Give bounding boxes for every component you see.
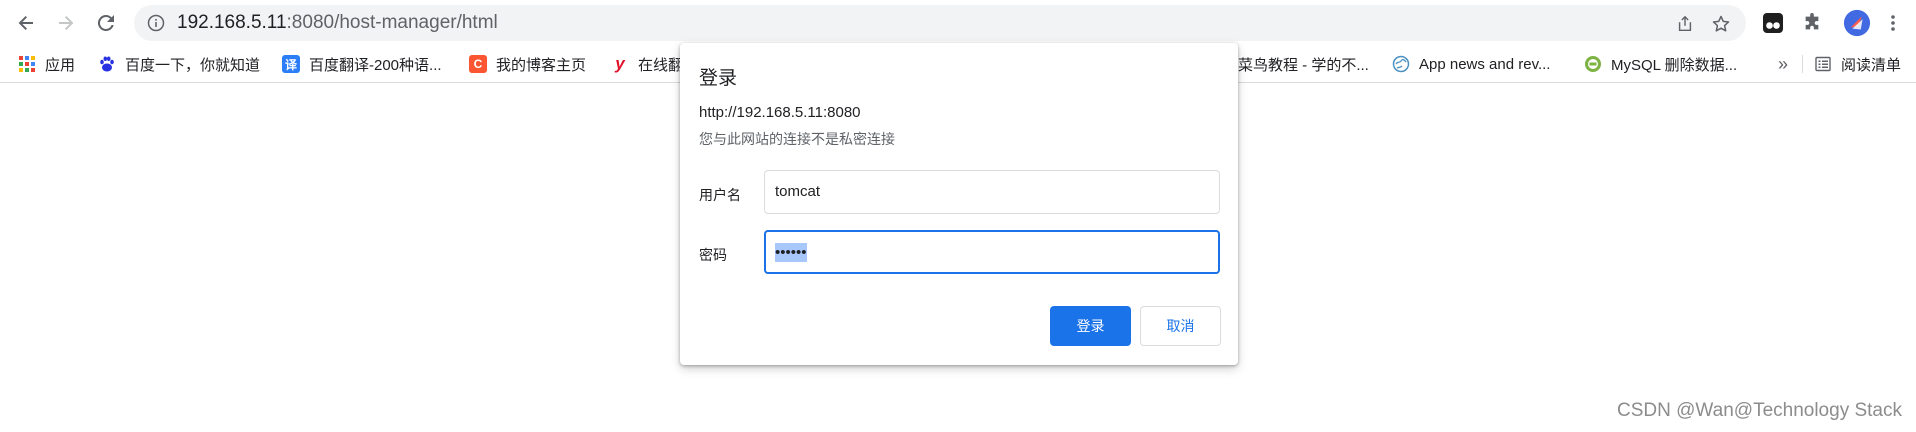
login-button[interactable]: 登录	[1050, 306, 1131, 346]
apps-grid-icon	[19, 56, 35, 72]
youdao-icon: y	[615, 54, 625, 73]
bookmark-mysql-delete[interactable]: MySQL 删除数据...	[1584, 46, 1737, 82]
puzzle-icon	[1805, 13, 1819, 30]
password-label: 密码	[699, 247, 727, 263]
dialog-origin: http://192.168.5.11:8080	[699, 104, 861, 121]
dialog-title: 登录	[699, 68, 738, 89]
profile-avatar[interactable]	[1842, 8, 1872, 38]
bookmark-apps[interactable]: 应用	[18, 46, 75, 82]
bookmark-label: 阅读清单	[1841, 56, 1902, 74]
url-host: 192.168.5.11	[177, 12, 287, 33]
bookmark-label: MySQL 删除数据...	[1611, 56, 1738, 74]
password-input[interactable]: ••••••	[764, 230, 1220, 274]
bookmark-label: 在线翻	[638, 56, 684, 74]
extensions-menu-button[interactable]	[1799, 10, 1825, 36]
baidu-paw-icon	[100, 56, 114, 72]
username-value: tomcat	[775, 183, 821, 200]
translate-icon: 译	[282, 55, 300, 73]
bookmark-label: 百度一下，你就知道	[125, 56, 261, 74]
browser-menu-button[interactable]	[1880, 10, 1906, 36]
bookmark-baidu-fanyi[interactable]: 译 百度翻译-200种语...	[282, 46, 442, 82]
avatar-icon	[1843, 9, 1871, 37]
arrow-right-icon	[59, 16, 74, 30]
share-button[interactable]	[1674, 13, 1696, 35]
bookmark-star-button[interactable]	[1710, 13, 1732, 35]
bookmark-label: App news and rev...	[1419, 55, 1551, 73]
app-news-icon	[1392, 55, 1410, 73]
reading-list-icon	[1815, 56, 1831, 72]
csdn-icon: C	[469, 55, 487, 73]
bookmark-runoob[interactable]: 菜鸟教程 - 学的不...	[1238, 46, 1369, 82]
mysql-tutorial-icon	[1585, 56, 1601, 72]
reload-icon	[97, 14, 114, 31]
url-path: :8080/host-manager/html	[286, 12, 498, 33]
url-text[interactable]: 192.168.5.11:8080/host-manager/html	[177, 5, 498, 41]
share-icon	[1678, 15, 1692, 32]
bookmark-online-translate[interactable]: y 在线翻	[611, 46, 683, 82]
reload-button[interactable]	[91, 8, 121, 38]
reading-list-button[interactable]: 阅读清单	[1814, 46, 1901, 82]
bookmarks-overflow-button[interactable]: »	[1778, 46, 1788, 82]
info-icon[interactable]	[147, 14, 165, 32]
bookmark-label: 菜鸟教程 - 学的不...	[1238, 56, 1369, 74]
bookmark-baidu[interactable]: 百度一下，你就知道	[98, 46, 260, 82]
chevron-double-right-icon: »	[1778, 53, 1789, 74]
username-input[interactable]: tomcat	[764, 170, 1220, 214]
username-label: 用户名	[699, 187, 741, 203]
cancel-button[interactable]: 取消	[1140, 306, 1221, 346]
arrow-left-icon	[18, 16, 33, 30]
back-button[interactable]	[11, 8, 41, 38]
bookmark-label: 应用	[45, 56, 76, 74]
star-icon	[1712, 15, 1730, 32]
bookmark-my-blog[interactable]: C 我的博客主页	[469, 46, 586, 82]
forward-button[interactable]	[51, 8, 81, 38]
address-bar[interactable]: 192.168.5.11:8080/host-manager/html	[134, 5, 1746, 41]
kebab-menu-icon	[1891, 15, 1895, 31]
watermark: CSDN @Wan@Technology Stack	[1617, 400, 1902, 421]
tampermonkey-icon	[1763, 13, 1783, 33]
extension-button[interactable]	[1760, 10, 1786, 36]
http-auth-dialog: 登录 http://192.168.5.11:8080 您与此网站的连接不是私密…	[680, 43, 1238, 365]
bookmarks-separator	[1802, 55, 1803, 73]
browser-toolbar: 192.168.5.11:8080/host-manager/html	[0, 0, 1916, 46]
connection-warning: 您与此网站的连接不是私密连接	[699, 131, 895, 147]
password-value: ••••••	[775, 243, 807, 262]
bookmark-app-news[interactable]: App news and rev...	[1392, 46, 1550, 82]
bookmark-label: 百度翻译-200种语...	[309, 56, 442, 74]
bookmark-label: 我的博客主页	[496, 56, 587, 74]
browser-window: 192.168.5.11:8080/host-manager/html 应用 百…	[0, 0, 1916, 432]
